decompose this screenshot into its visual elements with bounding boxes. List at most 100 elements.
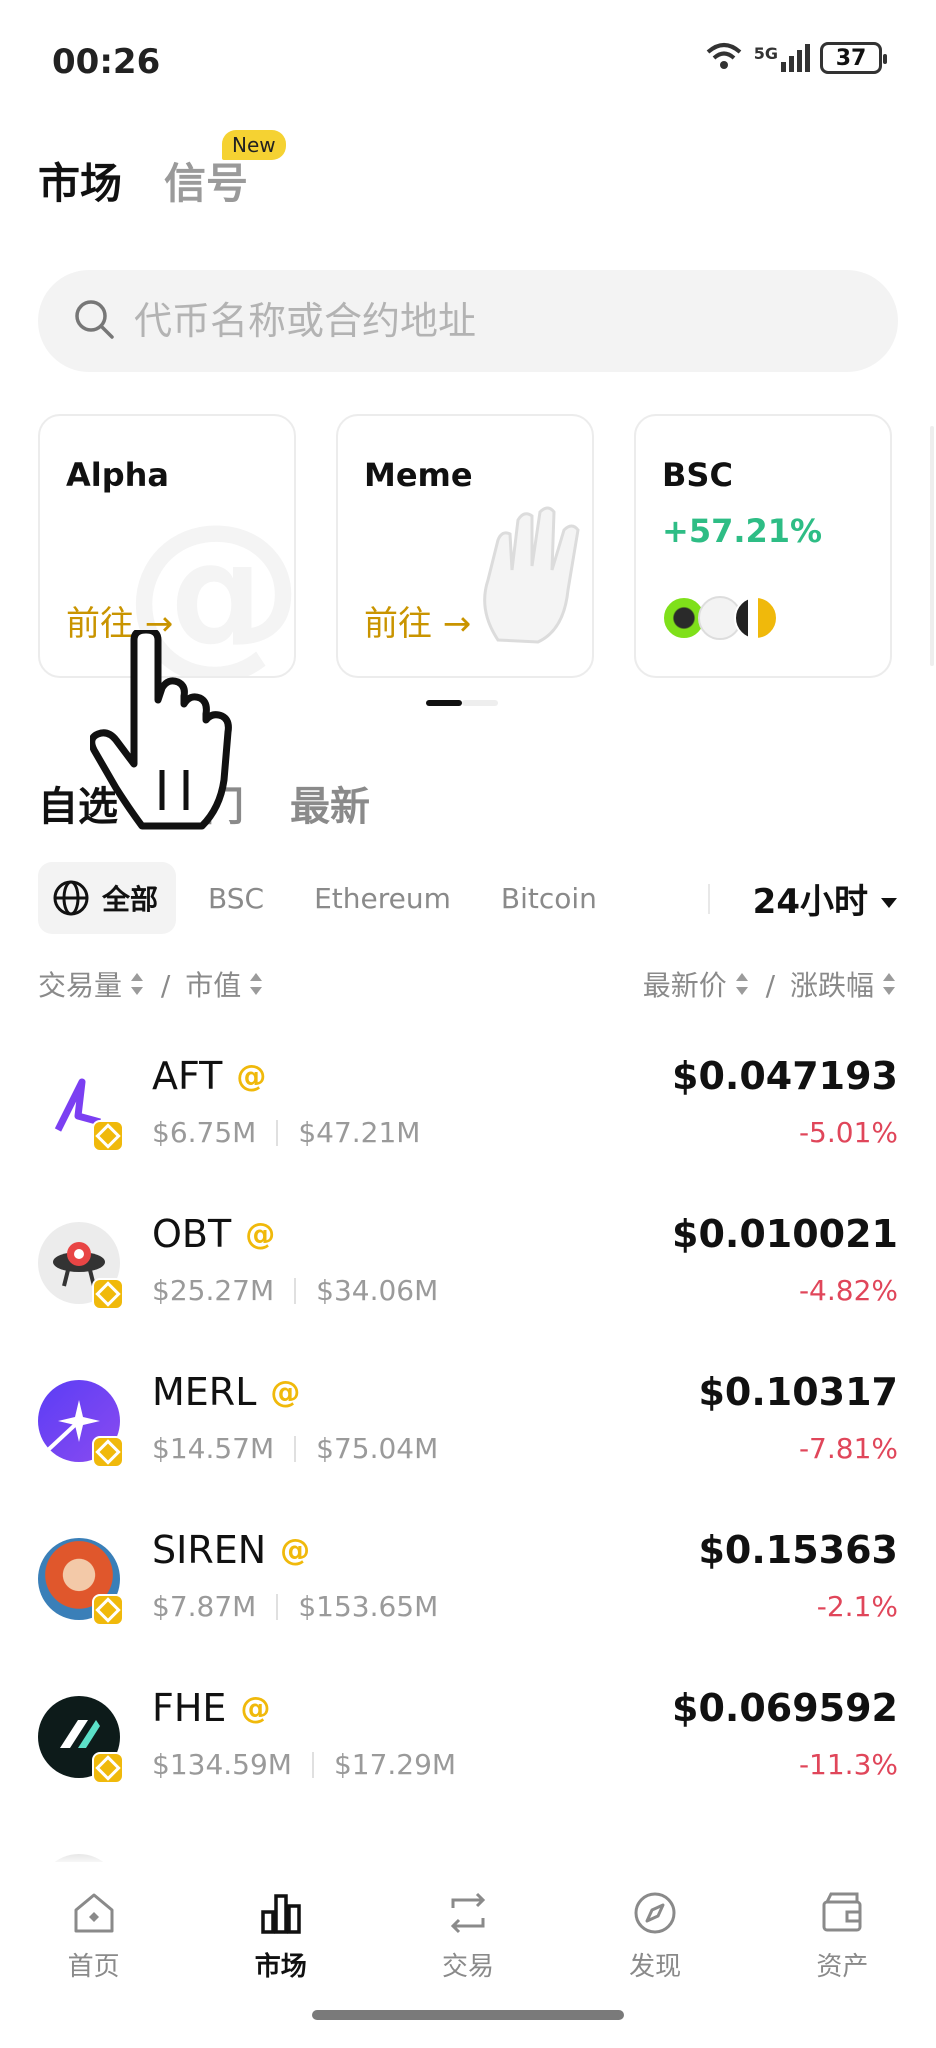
token-price: $0.10317 bbox=[698, 1370, 898, 1414]
next-card-edge bbox=[930, 426, 934, 666]
bnb-chain-icon bbox=[92, 1594, 124, 1626]
token-price: $0.010021 bbox=[672, 1212, 898, 1256]
token-price: $0.15363 bbox=[698, 1528, 898, 1572]
sort-right: 最新价 / 涨跌幅 bbox=[643, 964, 898, 1004]
sort-left: 交易量 / 市值 bbox=[38, 964, 265, 1004]
token-mcap: $34.06M bbox=[316, 1274, 439, 1307]
alpha-icon: @ bbox=[280, 1532, 311, 1568]
chip-all[interactable]: 全部 bbox=[38, 862, 177, 934]
swap-icon bbox=[445, 1890, 491, 1940]
token-change: -2.1% bbox=[816, 1590, 898, 1623]
chip-bsc[interactable]: BSC bbox=[190, 862, 282, 934]
token-fhe-icon bbox=[38, 1696, 124, 1784]
sort-price-label: 最新价 bbox=[642, 969, 727, 1002]
chart-icon bbox=[258, 1890, 304, 1940]
wifi-icon bbox=[704, 40, 744, 76]
token-row[interactable]: AFT @ $6.75M $47.21M $0.047193 -5.01% bbox=[38, 1040, 898, 1198]
token-row[interactable]: FHE @ $134.59M $17.29M $0.069592 -11.3% bbox=[38, 1672, 898, 1830]
token-volume: $25.27M bbox=[152, 1274, 275, 1307]
bnb-chain-icon bbox=[92, 1278, 124, 1310]
status-bar: 00:26 5G 37 bbox=[0, 0, 936, 120]
chain-filters: 全部 BSC Ethereum Bitcoin 24小时 bbox=[38, 862, 898, 934]
bnb-chain-icon bbox=[92, 1752, 124, 1784]
sort-volume-label: 交易量 bbox=[38, 969, 123, 1002]
token-mcap: $75.04M bbox=[316, 1432, 439, 1465]
sort-icon bbox=[735, 973, 748, 995]
pager-dot bbox=[426, 700, 462, 706]
token-row[interactable]: OBT @ $25.27M $34.06M $0.010021 -4.82% bbox=[38, 1198, 898, 1356]
nav-assets-label: 资产 bbox=[816, 1952, 869, 1982]
tab-signal[interactable]: 信号 New bbox=[164, 130, 286, 211]
card-meme[interactable]: Meme 前往 → bbox=[336, 414, 594, 678]
token-change: -4.82% bbox=[798, 1274, 898, 1307]
alpha-icon: @ bbox=[245, 1216, 276, 1252]
top-tabs: 市场 信号 New bbox=[38, 130, 286, 211]
token-price: $0.047193 bbox=[672, 1054, 898, 1098]
token-aft-icon bbox=[38, 1064, 124, 1152]
token-volume: $7.87M bbox=[152, 1590, 257, 1623]
period-select[interactable]: 24小时 bbox=[753, 862, 898, 934]
search-icon bbox=[72, 297, 116, 345]
nav-trade[interactable]: 交易 bbox=[378, 1862, 558, 2012]
token-mcap: $153.65M bbox=[298, 1590, 439, 1623]
sort-header: 交易量 / 市值 最新价 / 涨跌幅 bbox=[38, 964, 898, 1004]
nav-market[interactable]: 市场 bbox=[191, 1862, 371, 2012]
network-label: 5G bbox=[753, 44, 778, 63]
compass-icon bbox=[632, 1890, 678, 1940]
status-icons: 5G 37 bbox=[704, 40, 887, 76]
card-meme-link[interactable]: 前往 → bbox=[364, 596, 471, 645]
tab-market[interactable]: 市场 bbox=[38, 150, 122, 211]
new-badge: New bbox=[222, 130, 286, 160]
sort-change[interactable]: 涨跌幅 bbox=[790, 964, 898, 1004]
chip-bitcoin[interactable]: Bitcoin bbox=[483, 862, 615, 934]
token-symbol: AFT bbox=[152, 1054, 223, 1098]
token-obt-icon bbox=[38, 1222, 124, 1310]
sort-price[interactable]: 最新价 bbox=[643, 964, 751, 1004]
cellular-icon: 5G bbox=[754, 44, 810, 72]
nav-trade-label: 交易 bbox=[441, 1952, 494, 1982]
bnb-chain-icon bbox=[92, 1120, 124, 1152]
tab-newest[interactable]: 最新 bbox=[290, 774, 370, 832]
sort-volume[interactable]: 交易量 bbox=[38, 964, 146, 1004]
sort-mcap-label: 市值 bbox=[185, 969, 242, 1002]
alpha-icon: @ bbox=[240, 1690, 271, 1726]
token-row[interactable]: MERL @ $14.57M $75.04M $0.10317 -7.81% bbox=[38, 1356, 898, 1514]
token-change: -11.3% bbox=[798, 1748, 898, 1781]
chip-ethereum[interactable]: Ethereum bbox=[296, 862, 469, 934]
nav-market-label: 市场 bbox=[254, 1952, 307, 1982]
bottom-nav: 首页 市场 交易 发现 资产 bbox=[0, 1862, 936, 2012]
sort-mcap[interactable]: 市值 bbox=[185, 964, 265, 1004]
status-time: 00:26 bbox=[52, 42, 161, 82]
token-symbol: MERL bbox=[152, 1370, 257, 1414]
coin-icon bbox=[734, 596, 778, 640]
hand-wave-icon bbox=[468, 500, 592, 654]
card-bsc[interactable]: BSC +57.21% bbox=[634, 414, 892, 678]
divider bbox=[708, 884, 710, 914]
sort-change-label: 涨跌幅 bbox=[789, 969, 874, 1002]
sort-icon bbox=[882, 973, 895, 995]
nav-assets[interactable]: 资产 bbox=[752, 1862, 932, 2012]
token-volume: $134.59M bbox=[152, 1748, 292, 1781]
token-merl-icon bbox=[38, 1380, 124, 1468]
sort-icon bbox=[249, 973, 263, 995]
card-bsc-change: +57.21% bbox=[662, 512, 823, 550]
token-mcap: $47.21M bbox=[298, 1116, 421, 1149]
battery-icon: 37 bbox=[820, 42, 887, 74]
nav-home[interactable]: 首页 bbox=[4, 1862, 184, 2012]
hand-cursor-icon bbox=[88, 626, 250, 834]
search-bar[interactable] bbox=[38, 270, 898, 372]
chip-all-label: 全部 bbox=[102, 883, 159, 916]
coin-stack bbox=[662, 596, 778, 640]
alpha-icon: @ bbox=[236, 1058, 267, 1094]
card-bsc-title: BSC bbox=[662, 456, 733, 494]
token-row[interactable]: SIREN @ $7.87M $153.65M $0.15363 -2.1% bbox=[38, 1514, 898, 1672]
home-indicator bbox=[312, 2010, 624, 2020]
token-volume: $6.75M bbox=[152, 1116, 257, 1149]
token-symbol: OBT bbox=[152, 1212, 232, 1256]
search-input[interactable] bbox=[134, 299, 854, 343]
period-label: 24小时 bbox=[752, 881, 868, 922]
token-mcap: $17.29M bbox=[333, 1748, 457, 1781]
nav-discover[interactable]: 发现 bbox=[565, 1862, 745, 2012]
home-icon bbox=[71, 1890, 117, 1940]
wallet-icon bbox=[819, 1890, 865, 1940]
